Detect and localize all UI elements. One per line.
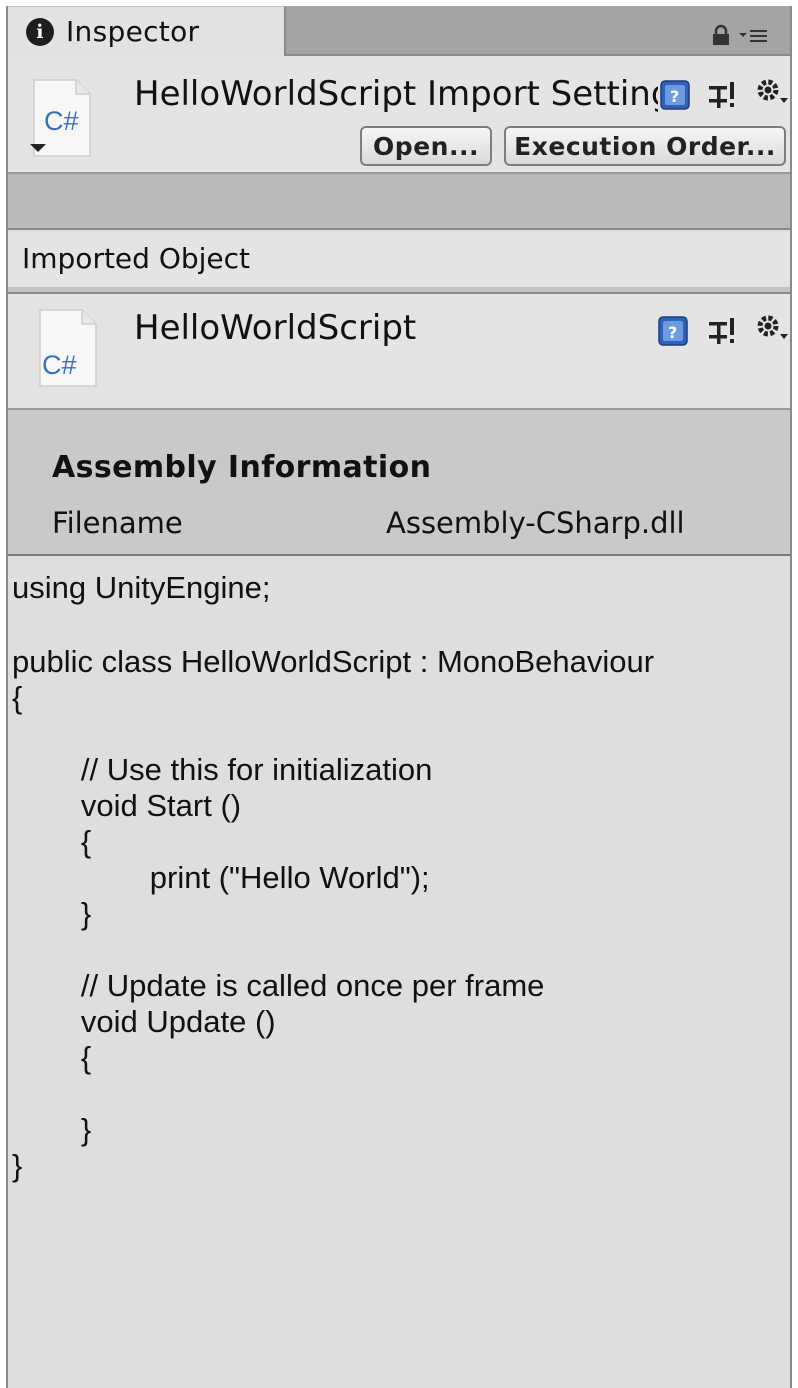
code-line: print ("Hello World"); (12, 860, 430, 895)
code-line: void Update () (12, 1004, 276, 1039)
gear-icon[interactable] (754, 76, 790, 110)
code-line: void Start () (12, 788, 242, 823)
filename-value: Assembly-CSharp.dll (386, 506, 685, 540)
svg-text:?: ? (670, 87, 679, 106)
csharp-file-icon: C# (30, 79, 91, 157)
tab-menu-icon[interactable] (738, 26, 768, 44)
open-button[interactable]: Open... (360, 126, 492, 166)
tab-label: Inspector (66, 15, 200, 48)
svg-text:?: ? (668, 323, 677, 342)
csharp-file-icon: C# (39, 309, 97, 387)
import-settings-title: HelloWorldScript Import Settings (134, 74, 658, 114)
code-line: // Update is called once per frame (12, 968, 545, 1003)
file-icon-label: C# (44, 106, 79, 136)
preset-icon[interactable] (708, 316, 740, 346)
help-icon[interactable]: ? (658, 316, 688, 346)
assembly-heading: Assembly Information (52, 450, 432, 485)
code-line: // Use this for initialization (12, 752, 433, 787)
help-icon[interactable]: ? (660, 80, 690, 110)
code-line: { (12, 1040, 92, 1075)
imported-object-section: Imported Object (8, 232, 790, 292)
code-line: { (12, 824, 92, 859)
gear-icon[interactable] (754, 312, 790, 346)
lock-icon[interactable] (710, 24, 732, 46)
filename-label: Filename (52, 506, 183, 540)
header-divider-strip (8, 174, 790, 230)
imported-object-label: Imported Object (22, 242, 251, 275)
imported-object-title: HelloWorldScript (134, 308, 417, 348)
tab-bar: i Inspector (8, 6, 790, 56)
tab-inspector[interactable]: i Inspector (8, 6, 286, 56)
code-line: public class HelloWorldScript : MonoBeha… (12, 644, 655, 679)
code-line: { (12, 680, 23, 715)
code-line: } (12, 1112, 92, 1147)
code-line: } (12, 1148, 23, 1183)
import-settings-header: C# HelloWorldScript Import Settings ? Op… (8, 56, 790, 174)
imported-object-header: C# HelloWorldScript ? (8, 292, 790, 410)
preset-icon[interactable] (708, 80, 740, 110)
execution-order-button[interactable]: Execution Order... (504, 126, 786, 166)
code-line: } (12, 896, 92, 931)
code-line: using UnityEngine; (12, 570, 271, 605)
info-icon: i (26, 17, 54, 46)
assembly-information-panel: Assembly Information Filename Assembly-C… (8, 410, 790, 556)
script-preview: using UnityEngine; public class HelloWor… (8, 558, 790, 1388)
file-icon-label: C# (42, 350, 77, 380)
inspector-window: i Inspector C# HelloWorldScript Import S… (6, 6, 792, 1388)
